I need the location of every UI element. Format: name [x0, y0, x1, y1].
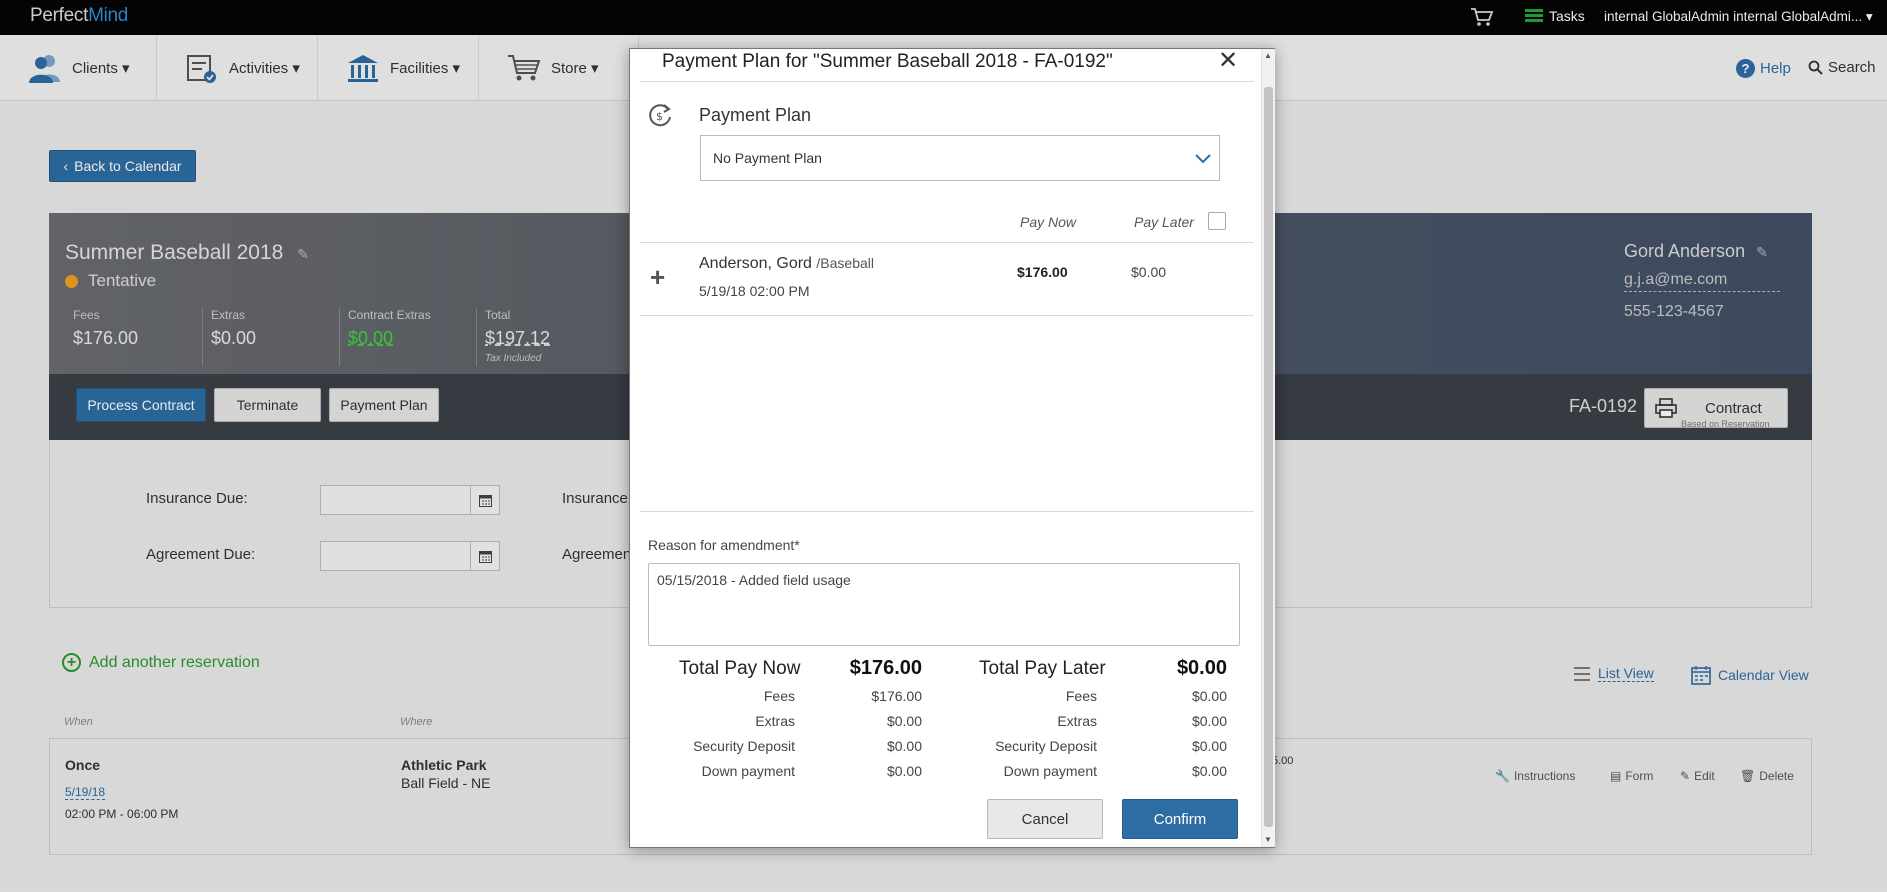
- later-extras-label: Extras: [1057, 713, 1097, 729]
- now-deposit-label: Security Deposit: [693, 738, 795, 754]
- total-pay-later-label: Total Pay Later: [979, 658, 1106, 679]
- payment-plan-modal: Payment Plan for "Summer Baseball 2018 -…: [629, 48, 1275, 848]
- pay-later-all-checkbox[interactable]: [1208, 212, 1226, 230]
- cancel-button[interactable]: Cancel: [987, 799, 1103, 839]
- divider: [640, 315, 1254, 316]
- later-deposit-label: Security Deposit: [995, 738, 1097, 754]
- now-fees-label: Fees: [763, 688, 795, 704]
- payment-plan-select[interactable]: No Payment Plan: [700, 135, 1220, 181]
- total-pay-later-value: $0.00: [1176, 657, 1227, 679]
- divider: [640, 242, 1254, 243]
- now-down-value: $0.00: [886, 763, 922, 779]
- client-pay-later: $0.00: [1131, 264, 1167, 280]
- column-pay-now: Pay Now: [1020, 214, 1077, 230]
- later-down-label: Down payment: [1003, 763, 1097, 779]
- scrollbar-thumb[interactable]: [1264, 87, 1273, 827]
- close-icon[interactable]: ✕: [1218, 49, 1238, 73]
- client-pay-now: $176.00: [1017, 264, 1068, 280]
- divider: [640, 81, 1254, 82]
- later-down-value: $0.00: [1191, 763, 1227, 779]
- now-deposit-value: $0.00: [886, 738, 922, 754]
- reason-label: Reason for amendment*: [648, 537, 800, 553]
- now-extras-label: Extras: [755, 713, 795, 729]
- now-extras-value: $0.00: [886, 713, 922, 729]
- column-pay-later: Pay Later: [1134, 214, 1194, 230]
- later-fees-label: Fees: [1065, 688, 1097, 704]
- later-deposit-value: $0.00: [1191, 738, 1227, 754]
- client-time: 5/19/18 02:00 PM: [699, 283, 810, 299]
- expand-plus-icon[interactable]: +: [650, 264, 665, 290]
- total-pay-now-label: Total Pay Now: [679, 658, 801, 679]
- payment-plan-icon: $: [649, 104, 671, 127]
- client-name: Anderson, Gord /Baseball: [699, 255, 874, 272]
- svg-text:$: $: [656, 110, 663, 123]
- now-fees-value: $176.00: [871, 688, 922, 704]
- modal-title: Payment Plan for "Summer Baseball 2018 -…: [662, 51, 1113, 72]
- total-pay-now-value: $176.00: [849, 657, 922, 679]
- divider: [640, 511, 1254, 512]
- scroll-up-arrow-icon[interactable]: ▲: [1264, 51, 1272, 60]
- payment-plan-label: Payment Plan: [699, 105, 812, 125]
- scroll-down-arrow-icon[interactable]: ▼: [1264, 835, 1272, 844]
- later-extras-value: $0.00: [1191, 713, 1227, 729]
- reason-textarea[interactable]: 05/15/2018 - Added field usage: [648, 563, 1240, 646]
- later-fees-value: $0.00: [1191, 688, 1227, 704]
- chevron-down-icon: [1195, 154, 1211, 164]
- now-down-label: Down payment: [701, 763, 795, 779]
- modal-scrollbar[interactable]: ▲ ▼: [1261, 49, 1275, 847]
- confirm-button[interactable]: Confirm: [1122, 799, 1238, 839]
